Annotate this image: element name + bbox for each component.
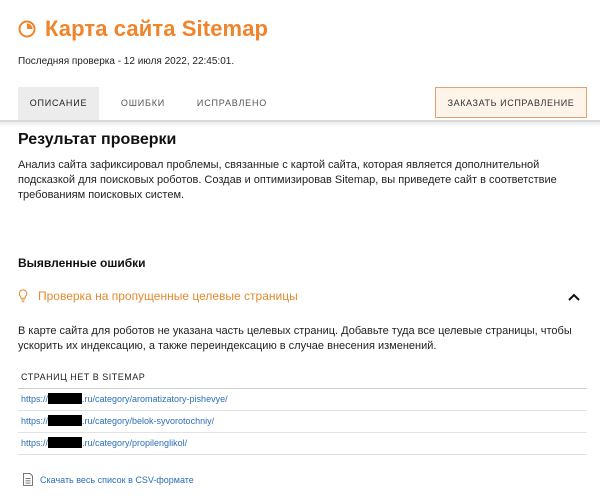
table-header: СТРАНИЦ НЕТ В SITEMAP — [18, 368, 587, 389]
page-title: Карта сайта Sitemap — [45, 16, 269, 41]
check-description: В карте сайта для роботов не указана час… — [18, 325, 572, 352]
url-link[interactable]: https:// .ru/category/propilenglikol/ — [21, 437, 188, 448]
csv-download[interactable]: Скачать весь список в CSV-формате — [22, 473, 194, 486]
missing-pages-table: СТРАНИЦ НЕТ В SITEMAP https:// .ru/catego… — [18, 368, 587, 455]
url-prefix: https:// — [21, 438, 49, 448]
redacted-domain — [48, 415, 83, 426]
url-link[interactable]: https:// .ru/category/aromatizatory-pishe… — [21, 393, 228, 404]
tab-description[interactable]: ОПИСАНИЕ — [18, 87, 99, 120]
redacted-domain — [48, 393, 83, 404]
table-row: https:// .ru/category/aromatizatory-pishe… — [18, 389, 587, 411]
url-link[interactable]: https:// .ru/category/belok-syvorotochniy… — [21, 415, 215, 426]
redacted-domain — [48, 437, 83, 448]
tab-errors[interactable]: ОШИБКИ — [108, 87, 178, 120]
table-row: https:// .ru/category/propilenglikol/ — [18, 433, 587, 455]
check-title: Проверка на пропущенные целевые страницы — [38, 289, 298, 303]
order-fix-button[interactable]: ЗАКАЗАТЬ ИСПРАВЛЕНИЕ — [435, 87, 587, 118]
page-header: Карта сайта Sitemap — [18, 16, 268, 42]
errors-title: Выявленные ошибки — [18, 256, 146, 270]
url-suffix: .ru/category/belok-syvorotochniy/ — [82, 416, 215, 426]
pie-chart-icon — [18, 20, 36, 38]
tabs-shadow — [0, 122, 600, 128]
url-prefix: https:// — [21, 394, 49, 404]
csv-download-link[interactable]: Скачать весь список в CSV-формате — [40, 475, 194, 485]
check-accordion-header[interactable]: Проверка на пропущенные целевые страницы — [18, 288, 587, 306]
url-suffix: .ru/category/propilenglikol/ — [82, 438, 188, 448]
table-row: https:// .ru/category/belok-syvorotochniy… — [18, 411, 587, 433]
last-check-text: Последняя проверка - 12 июля 2022, 22:45… — [18, 56, 235, 67]
result-title: Результат проверки — [18, 131, 177, 148]
tab-fixed[interactable]: ИСПРАВЛЕНО — [190, 87, 274, 120]
chevron-up-icon[interactable] — [567, 291, 581, 303]
spreadsheet-file-icon — [23, 473, 33, 486]
url-prefix: https:// — [21, 416, 49, 426]
url-suffix: .ru/category/aromatizatory-pishevye/ — [82, 394, 228, 404]
result-description: Анализ сайта зафиксировал проблемы, связ… — [18, 159, 557, 201]
lightbulb-icon — [18, 289, 28, 303]
tabs-bar: ОПИСАНИЕ ОШИБКИ ИСПРАВЛЕНО ЗАКАЗАТЬ ИСПР… — [18, 87, 587, 120]
